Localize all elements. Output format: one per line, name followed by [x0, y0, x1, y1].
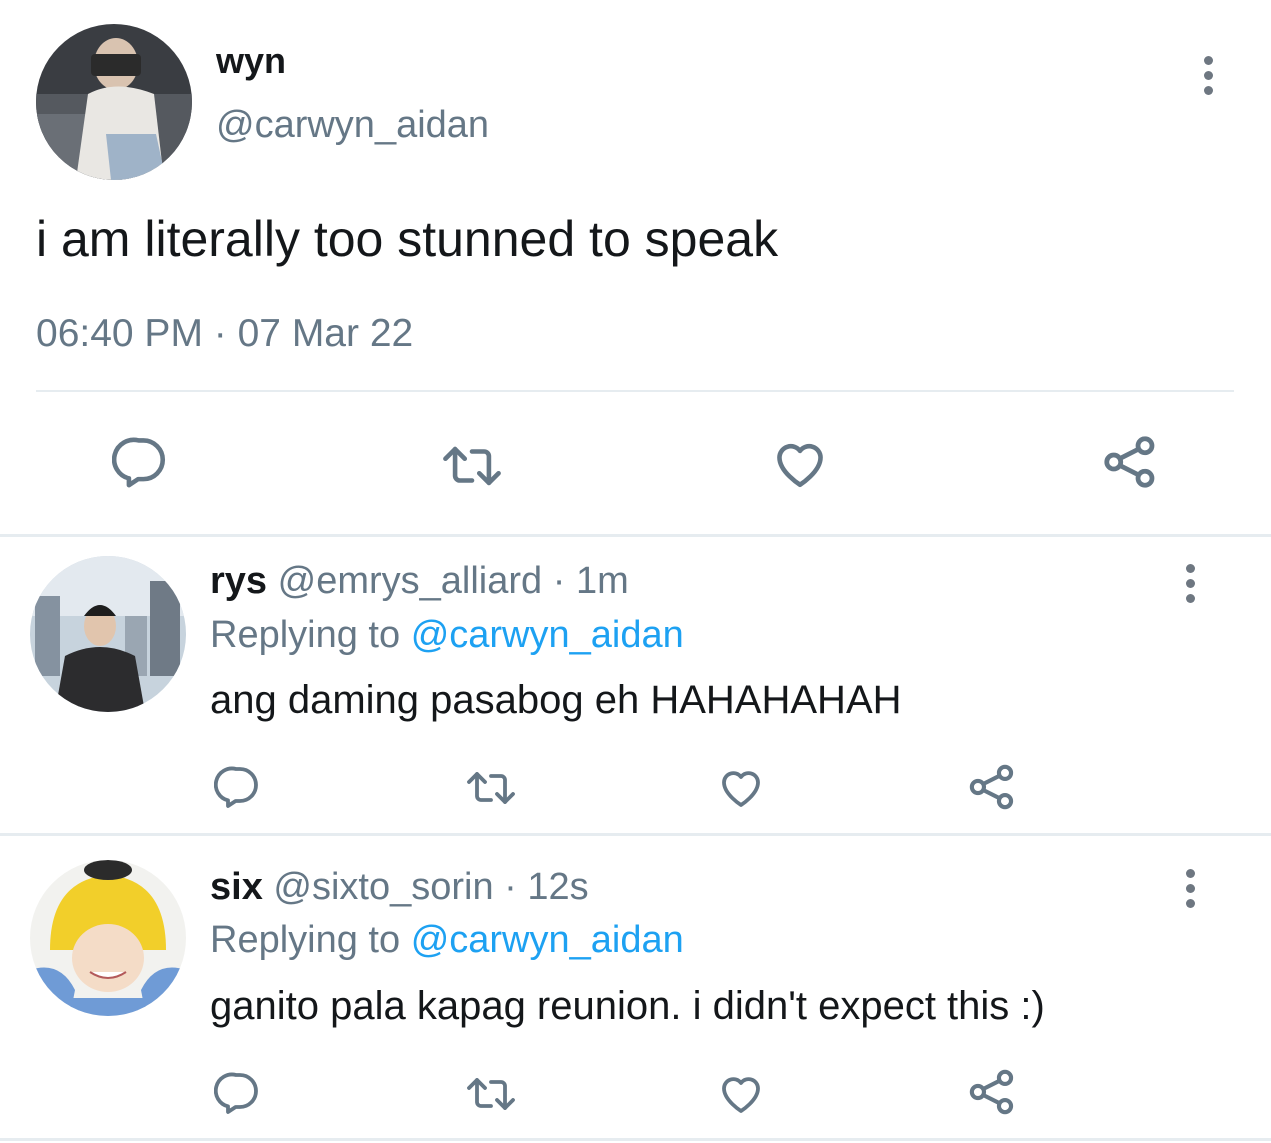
retweet-icon[interactable] — [464, 1070, 518, 1118]
retweet-icon[interactable] — [440, 437, 504, 495]
replying-to: Replying to @carwyn_aidan — [210, 919, 684, 962]
display-name[interactable]: six — [210, 866, 263, 908]
display-name[interactable]: wyn — [216, 40, 286, 82]
retweet-icon[interactable] — [464, 764, 518, 812]
reply-text: ganito pala kapag reunion. i didn't expe… — [210, 984, 1045, 1028]
replying-handle-link[interactable]: @carwyn_aidan — [411, 919, 684, 961]
section-divider — [0, 833, 1271, 836]
tweet-timestamp: 06:40 PM · 07 Mar 22 — [36, 312, 413, 356]
reply-time: 12s — [527, 866, 589, 908]
section-divider — [0, 1138, 1271, 1141]
timestamp-separator: · — [202, 312, 238, 355]
time-separator: · — [542, 560, 576, 602]
reply-time: 1m — [575, 560, 629, 602]
tweet-time: 06:40 PM — [36, 312, 203, 355]
more-options-icon[interactable] — [1193, 50, 1223, 100]
reply-header: rys @emrys_alliard · 1m — [210, 560, 629, 603]
reply-icon[interactable] — [214, 762, 262, 810]
tweet-text: i am literally too stunned to speak — [36, 211, 779, 267]
display-name[interactable]: rys — [210, 560, 267, 602]
section-divider — [0, 534, 1271, 537]
like-icon[interactable] — [716, 1069, 766, 1117]
share-icon[interactable] — [1100, 432, 1160, 492]
reply-avatar[interactable] — [30, 556, 186, 712]
divider — [36, 390, 1234, 392]
replying-handle-link[interactable]: @carwyn_aidan — [411, 614, 684, 656]
handle[interactable]: @emrys_alliard — [278, 560, 543, 602]
share-icon[interactable] — [966, 761, 1018, 813]
replying-label: Replying to — [210, 919, 401, 961]
like-icon[interactable] — [770, 434, 830, 492]
reply-avatar[interactable] — [30, 860, 186, 1016]
like-icon[interactable] — [716, 763, 766, 811]
more-options-icon[interactable] — [1175, 558, 1205, 608]
replying-label: Replying to — [210, 614, 401, 656]
replying-to: Replying to @carwyn_aidan — [210, 614, 684, 657]
reply-text: ang daming pasabog eh HAHAHAHAH — [210, 678, 902, 722]
handle[interactable]: @sixto_sorin — [273, 866, 493, 908]
reply-icon[interactable] — [214, 1068, 262, 1116]
more-options-icon[interactable] — [1175, 863, 1205, 913]
tweet-date: 07 Mar 22 — [237, 312, 414, 355]
avatar[interactable] — [36, 24, 192, 180]
share-icon[interactable] — [966, 1066, 1018, 1118]
reply-header: six @sixto_sorin · 12s — [210, 866, 589, 909]
handle[interactable]: @carwyn_aidan — [216, 104, 489, 147]
time-separator: · — [493, 866, 528, 908]
reply-icon[interactable] — [112, 432, 170, 490]
